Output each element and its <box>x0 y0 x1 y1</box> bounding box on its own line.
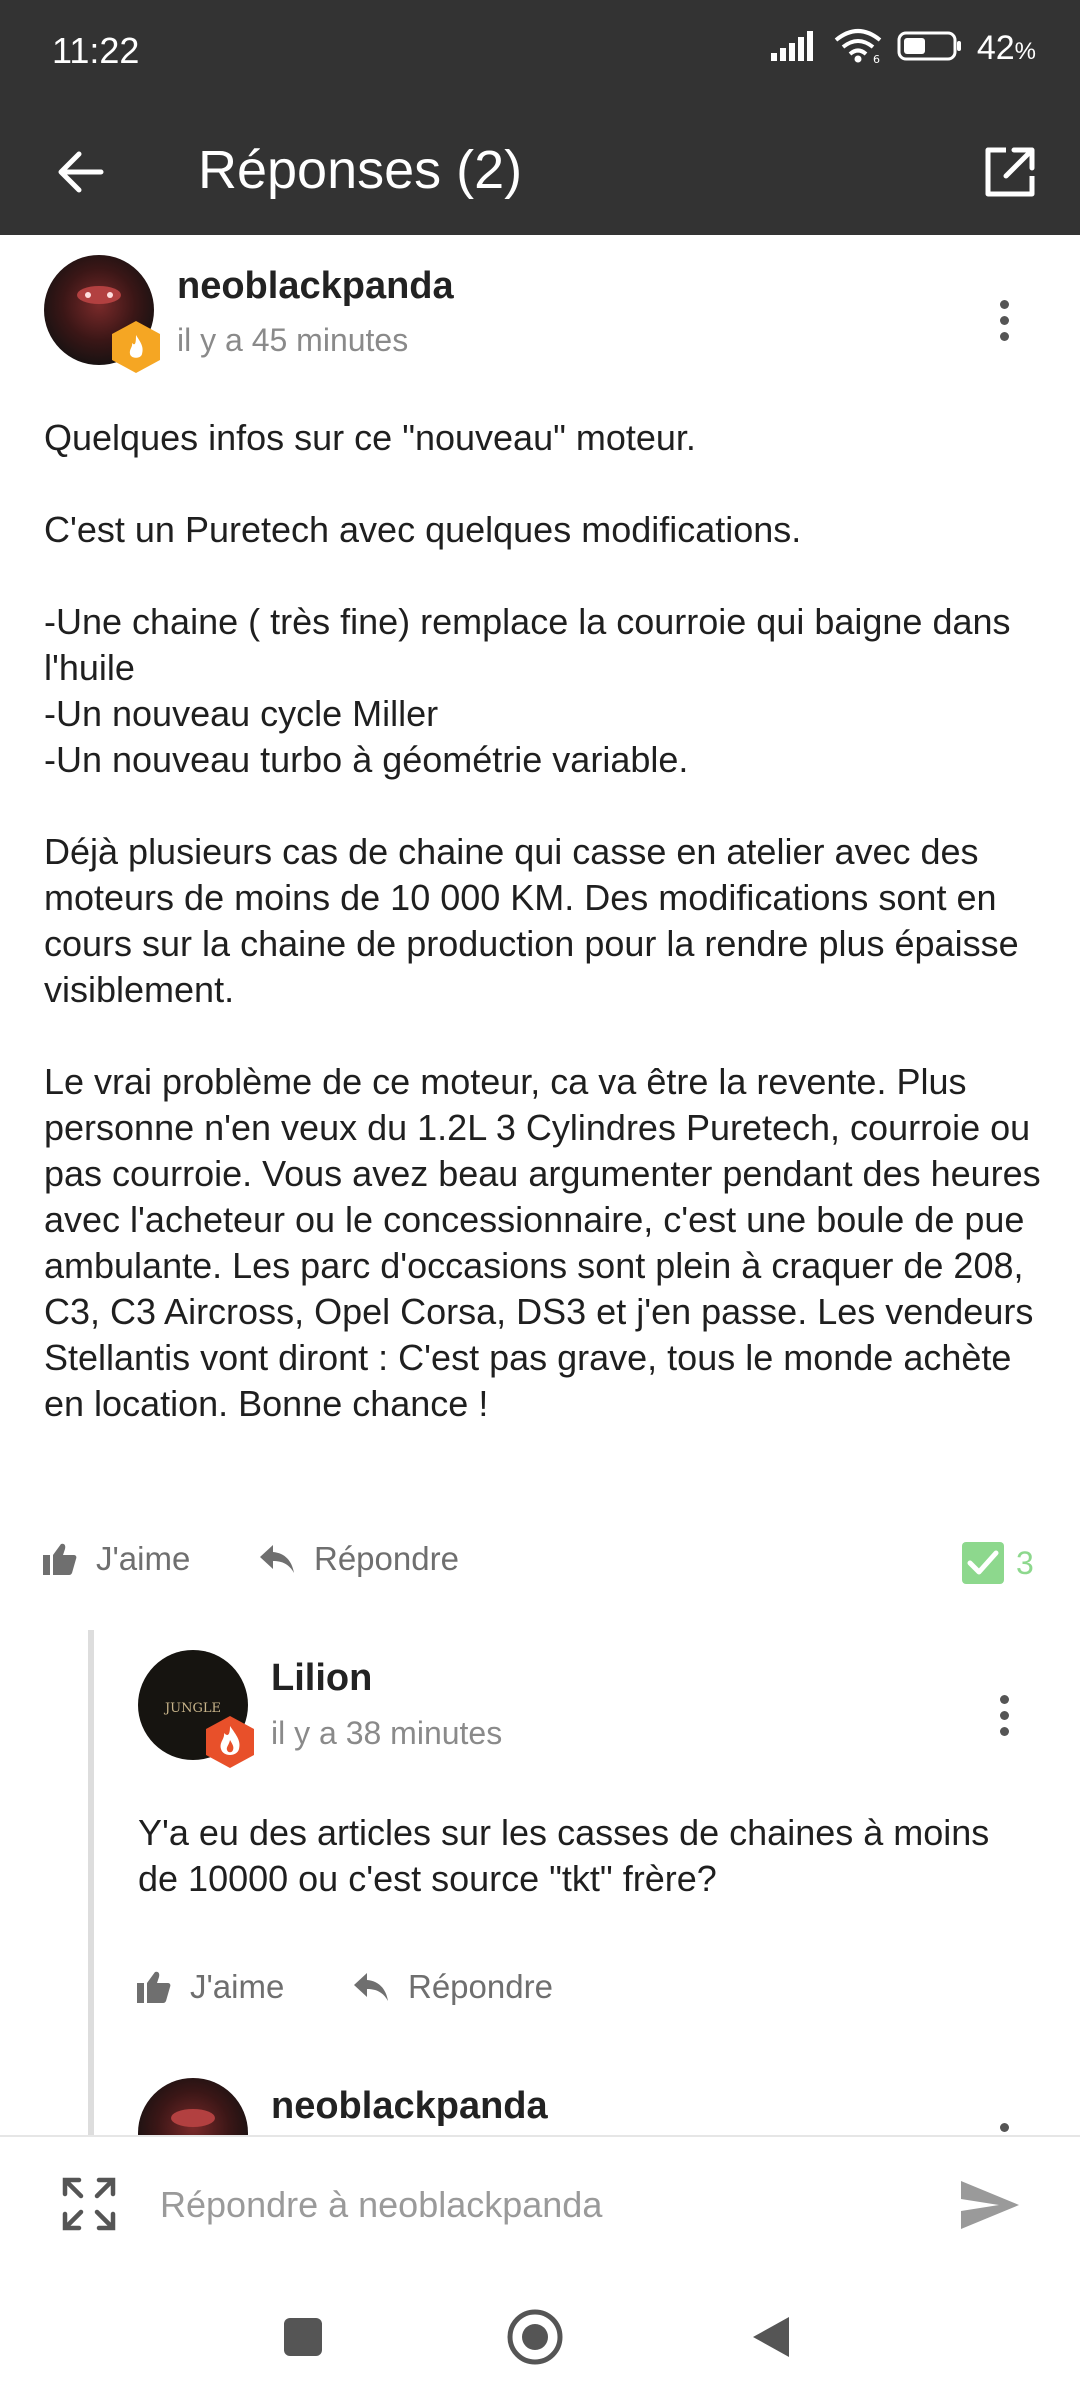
back-button[interactable] <box>40 132 120 212</box>
author-name[interactable]: neoblackpanda <box>177 265 454 308</box>
reply-button[interactable]: Répondre <box>352 1968 553 2006</box>
page-title: Réponses (2) <box>198 140 523 200</box>
battery-percent: 42 <box>976 29 1015 67</box>
rank-badge-icon <box>206 1716 254 1768</box>
comment-thread[interactable]: neoblackpanda il y a 45 minutes Quelques… <box>0 235 1080 2135</box>
recent-apps-button[interactable] <box>268 2302 338 2372</box>
send-icon <box>961 2181 1019 2229</box>
home-button[interactable] <box>500 2302 570 2372</box>
battery-icon <box>897 30 963 67</box>
like-label: J'aime <box>190 1968 285 2005</box>
more-options-button[interactable] <box>974 290 1034 350</box>
more-options-button[interactable] <box>974 1685 1034 1745</box>
like-button[interactable]: J'aime <box>42 1540 190 1578</box>
status-icons: 6 42% <box>770 28 1036 69</box>
app-bar: Réponses (2) <box>0 110 1080 235</box>
like-label: J'aime <box>96 1540 191 1577</box>
system-nav-bar <box>0 2270 1080 2400</box>
author-name[interactable]: Lilion <box>271 1657 372 1700</box>
avatar[interactable]: JUNGLE <box>138 1650 254 1768</box>
reply-button[interactable]: Répondre <box>258 1540 459 1578</box>
square-icon <box>284 2318 322 2356</box>
system-back-button[interactable] <box>736 2302 806 2372</box>
status-bar: 11:22 6 42% <box>0 0 1080 110</box>
reply-icon <box>354 1973 388 2001</box>
avatar[interactable] <box>44 255 160 373</box>
signal-icon <box>770 31 819 66</box>
more-vert-icon <box>999 2122 1009 2132</box>
reply-label: Répondre <box>314 1540 459 1577</box>
wifi-icon: 6 <box>833 28 883 69</box>
home-circle-icon <box>507 2309 563 2365</box>
comment-body: Quelques infos sur ce "nouveau" moteur. … <box>44 417 1041 1424</box>
reply-label: Répondre <box>408 1968 553 2005</box>
like-button[interactable]: J'aime <box>136 1968 284 2006</box>
triangle-back-icon <box>753 2317 789 2357</box>
avatar-image <box>138 2078 248 2135</box>
reply-icon <box>260 1545 294 1573</box>
more-vert-icon <box>999 1694 1009 1704</box>
open-external-button[interactable] <box>970 132 1050 212</box>
open-in-new-icon <box>985 147 1035 197</box>
reply-bar <box>0 2135 1080 2270</box>
svg-text:6: 6 <box>873 53 880 64</box>
battery-level: 42% <box>977 29 1036 68</box>
thumb-up-icon <box>137 1971 171 2003</box>
expand-editor-button[interactable] <box>54 2169 124 2239</box>
comment-body: Y'a eu des articles sur les casses de ch… <box>138 1812 990 1899</box>
validation-count: 3 <box>1016 1545 1034 1581</box>
post-time: il y a 38 minutes <box>271 1715 503 1751</box>
rank-badge-icon <box>112 321 160 373</box>
battery-unit: % <box>1014 38 1036 65</box>
more-options-button[interactable] <box>974 2113 1034 2135</box>
reply-input[interactable] <box>160 2167 920 2243</box>
more-vert-icon <box>999 299 1009 309</box>
status-time: 11:22 <box>52 30 140 71</box>
author-name[interactable]: neoblackpanda <box>271 2085 548 2128</box>
avatar[interactable] <box>138 2078 248 2135</box>
check-icon <box>962 1542 1004 1584</box>
arrow-left-icon <box>58 151 104 193</box>
post-time: il y a 45 minutes <box>177 322 409 358</box>
thread-line <box>88 1630 94 2135</box>
thumb-up-icon <box>43 1543 77 1575</box>
expand-icon <box>62 2177 116 2231</box>
send-button[interactable] <box>950 2167 1030 2243</box>
